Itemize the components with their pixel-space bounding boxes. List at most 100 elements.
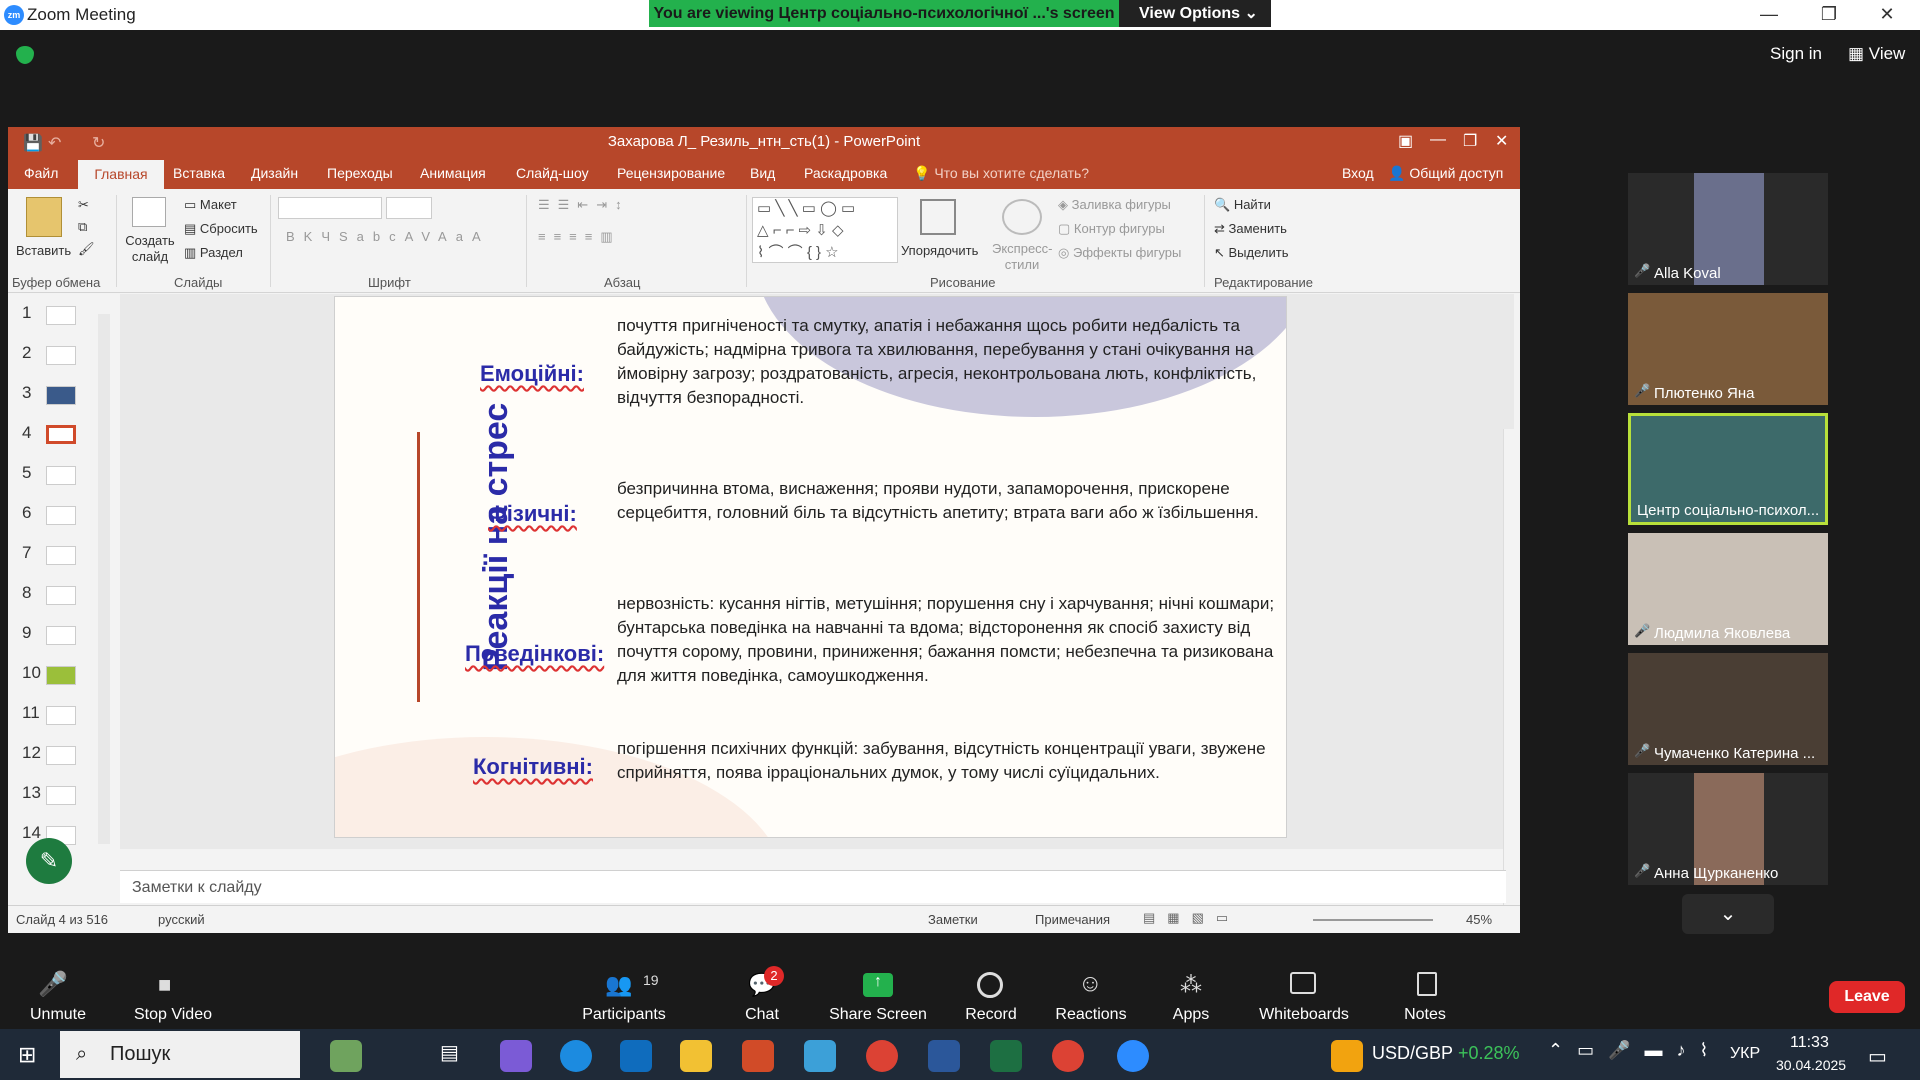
outlook-icon[interactable] — [620, 1040, 652, 1072]
thumbnail-scrollbar[interactable] — [98, 314, 110, 844]
new-slide-icon[interactable] — [132, 197, 166, 227]
windows-start-icon[interactable]: ⊞ — [18, 1042, 36, 1068]
slide-thumbnail[interactable] — [46, 666, 76, 685]
view-options-button[interactable]: View Options ⌄ — [1119, 0, 1271, 27]
ribbon-display-icon[interactable]: ▣ — [1398, 131, 1413, 151]
tab-animation[interactable]: Анимация — [420, 165, 486, 181]
align-buttons[interactable]: ≡≡≡≡▥ — [538, 229, 621, 245]
tab-insert[interactable]: Вставка — [173, 165, 225, 181]
ppt-minimize-button[interactable]: — — [1430, 131, 1446, 149]
edge-icon[interactable] — [560, 1040, 592, 1072]
notes-icon[interactable] — [1417, 972, 1437, 996]
language-indicator[interactable]: русский — [158, 912, 205, 927]
replace-button[interactable]: ⇄ Заменить — [1214, 221, 1287, 237]
quick-styles-button[interactable]: Экспресс-стили — [992, 241, 1053, 273]
tab-file[interactable]: Файл — [24, 165, 58, 181]
layout-button[interactable]: ▭ Макет — [184, 197, 237, 213]
whiteboards-button[interactable]: Whiteboards — [1244, 1006, 1364, 1024]
leave-button[interactable]: Leave — [1829, 981, 1905, 1013]
list-buttons[interactable]: ☰☰⇤⇥↕ — [538, 197, 630, 213]
arrange-icon[interactable] — [920, 199, 956, 235]
shape-outline-button[interactable]: ▢ Контур фигуры — [1058, 221, 1165, 237]
tab-view[interactable]: Вид — [750, 165, 775, 181]
comments-toggle[interactable]: Примечания — [1035, 912, 1110, 927]
reactions-icon[interactable]: ☺ — [1078, 970, 1103, 998]
slide-canvas[interactable]: Реакції на стрес Емоційні: почуття пригн… — [334, 296, 1287, 838]
ticker-name[interactable]: USD/GBP — [1372, 1043, 1453, 1064]
share-screen-button[interactable]: Share Screen — [818, 1006, 938, 1024]
taskbar-search[interactable]: ⌕ Пошук — [60, 1031, 300, 1078]
zoom-taskbar-icon[interactable] — [1117, 1040, 1149, 1072]
slide-thumbnail[interactable] — [46, 706, 76, 725]
slide-thumbnail[interactable] — [46, 466, 76, 485]
slide-thumbnail[interactable] — [46, 746, 76, 765]
view-mode-buttons[interactable]: ▤▦▧▭ — [1143, 910, 1240, 926]
annotate-pencil-icon[interactable]: ✎ — [26, 838, 72, 884]
chevron-down-icon[interactable]: ⌄ — [1682, 894, 1774, 934]
ppt-restore-button[interactable]: ❐ — [1463, 131, 1477, 151]
system-tray-icons[interactable]: ⌃▭🎤▬♪⌇ — [1548, 1040, 1722, 1061]
participant-tile-active-speaker[interactable]: Центр соціально-психол... — [1628, 413, 1828, 525]
chrome-icon[interactable] — [866, 1040, 898, 1072]
zoom-level[interactable]: 45% — [1466, 912, 1492, 927]
slide-thumbnail[interactable] — [46, 506, 76, 525]
arrange-button[interactable]: Упорядочить — [901, 243, 978, 258]
new-slide-button[interactable]: Создать слайд — [124, 233, 176, 265]
participant-tile[interactable]: 🎤 Плютенко Яна — [1628, 293, 1828, 405]
minimize-button[interactable]: — — [1746, 0, 1792, 30]
word-icon[interactable] — [928, 1040, 960, 1072]
slide-thumbnail[interactable] — [46, 586, 76, 605]
tell-me-search[interactable]: 💡 Что вы хотите сделать? — [913, 165, 1089, 182]
view-button[interactable]: ▦ View — [1848, 44, 1905, 64]
share-screen-icon[interactable]: ↑ — [863, 973, 893, 997]
redo-icon[interactable]: ↻ — [92, 133, 105, 153]
paste-icon[interactable] — [26, 197, 62, 237]
copy-icon[interactable]: ⧉ — [78, 219, 87, 235]
slide-thumbnail[interactable] — [46, 306, 76, 325]
security-shield-icon[interactable] — [16, 46, 34, 64]
shape-fill-button[interactable]: ◈ Заливка фигуры — [1058, 197, 1171, 213]
font-name-dropdown[interactable] — [278, 197, 382, 219]
whiteboard-icon[interactable] — [1290, 972, 1316, 994]
task-view-icon[interactable]: ▤ — [440, 1040, 472, 1072]
video-camera-icon[interactable]: ■ — [158, 972, 171, 998]
record-icon[interactable] — [977, 972, 1003, 998]
chrome-icon[interactable] — [1052, 1040, 1084, 1072]
notifications-icon[interactable]: ▭ — [1868, 1044, 1887, 1069]
close-button[interactable]: ✕ — [1864, 0, 1910, 30]
slide-thumbnail[interactable] — [46, 626, 76, 645]
tab-review[interactable]: Рецензирование — [617, 165, 725, 181]
undo-icon[interactable]: ↶ — [48, 133, 61, 153]
ppt-close-button[interactable]: ✕ — [1495, 131, 1508, 151]
apps-button[interactable]: Apps — [1131, 1006, 1251, 1024]
format-painter-icon[interactable]: 🖌 — [78, 241, 95, 257]
zoom-slider[interactable] — [1313, 919, 1433, 921]
unmute-button[interactable]: Unmute — [0, 1006, 118, 1024]
participants-icon[interactable]: 👥 — [605, 972, 632, 998]
reset-button[interactable]: ▤ Сбросить — [184, 221, 258, 237]
apps-icon[interactable]: ⁂ — [1180, 972, 1202, 998]
slide-thumbnail[interactable] — [46, 546, 76, 565]
shape-effects-button[interactable]: ◎ Эффекты фигуры — [1058, 245, 1181, 261]
save-icon[interactable]: 💾 — [23, 133, 43, 153]
slide-thumbnail[interactable] — [46, 786, 76, 805]
participant-tile[interactable]: 🎤 Анна Щурканенко — [1628, 773, 1828, 885]
slide-thumbnail[interactable] — [46, 386, 76, 405]
font-size-dropdown[interactable] — [386, 197, 432, 219]
slide-notes-field[interactable]: Заметки к слайду — [120, 870, 1506, 903]
tab-storyboard[interactable]: Раскадровка — [804, 165, 887, 181]
share-button[interactable]: 👤 Общий доступ — [1388, 165, 1503, 182]
tab-home[interactable]: Главная — [78, 160, 164, 189]
tab-design[interactable]: Дизайн — [251, 165, 298, 181]
slide-thumbnail-selected[interactable] — [46, 425, 76, 444]
language-indicator[interactable]: УКР — [1730, 1045, 1760, 1063]
notes-toggle[interactable]: Заметки — [928, 912, 978, 927]
participant-tile[interactable]: 🎤 Чумаченко Катерина ... — [1628, 653, 1828, 765]
store-icon[interactable] — [742, 1040, 774, 1072]
select-button[interactable]: ↖ Выделить — [1214, 245, 1289, 261]
font-format-buttons[interactable]: BKЧSabcAVAaA — [286, 229, 490, 244]
stop-video-button[interactable]: Stop Video — [113, 1006, 233, 1024]
chat-button[interactable]: Chat — [702, 1006, 822, 1024]
file-explorer-icon[interactable] — [680, 1040, 712, 1072]
sign-in-link[interactable]: Sign in — [1770, 44, 1822, 64]
